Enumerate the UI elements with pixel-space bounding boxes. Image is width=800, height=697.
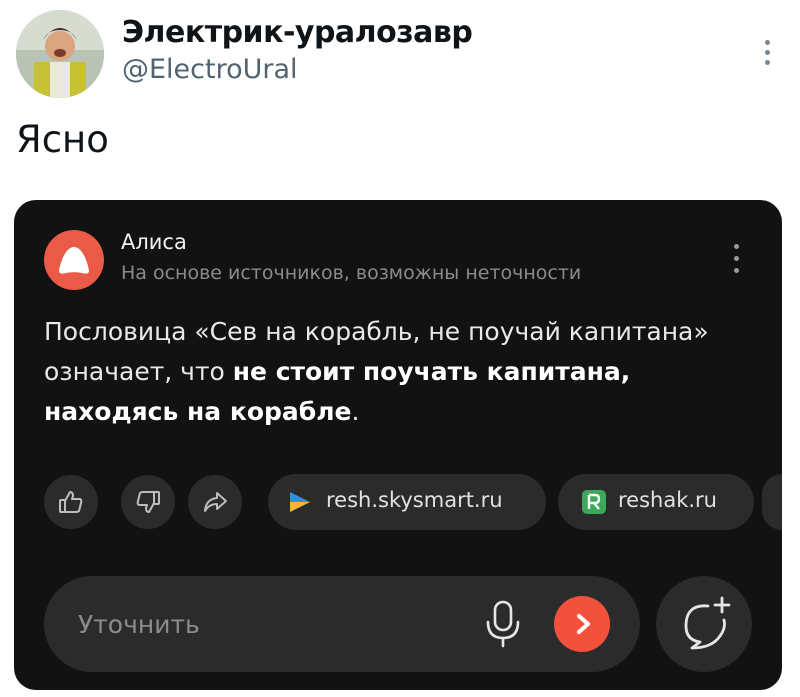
tweet-text: Ясно: [16, 118, 109, 161]
user-block: Электрик-уралозавр @ElectroUral: [122, 16, 473, 88]
share-button[interactable]: [188, 475, 242, 529]
answer-part-2: .: [351, 397, 360, 426]
assistant-name: Алиса: [121, 230, 187, 254]
source-chip-skysmart[interactable]: resh.skysmart.ru: [268, 474, 546, 530]
card-more-icon[interactable]: [732, 242, 742, 276]
tweet-header: Электрик-уралозавр @ElectroUral: [16, 10, 784, 100]
user-handle[interactable]: @ElectroUral: [122, 52, 472, 88]
source-label: resh.skysmart.ru: [326, 488, 503, 512]
mic-button[interactable]: [480, 598, 526, 650]
source-chip-partial[interactable]: [762, 474, 782, 530]
send-button[interactable]: [554, 596, 610, 652]
input-placeholder: Уточнить: [78, 610, 200, 639]
reshak-logo-icon: [582, 490, 606, 514]
user-avatar[interactable]: [16, 10, 104, 98]
microphone-icon: [486, 600, 520, 648]
share-icon: [204, 492, 227, 512]
disclaimer-text: На основе источников, возможны неточност…: [121, 262, 582, 284]
answer-text: Пословица «Сев на корабль, не поучай кап…: [44, 312, 764, 432]
alice-answer-card: Алиса На основе источников, возможны нет…: [14, 200, 782, 690]
chevron-right-icon: [577, 614, 590, 634]
thumbs-down-icon: [136, 491, 160, 513]
like-button[interactable]: [44, 475, 98, 529]
skysmart-logo-icon: [290, 492, 310, 512]
more-vertical-icon[interactable]: [758, 32, 778, 72]
display-name[interactable]: Электрик-уралозавр: [122, 16, 473, 50]
source-label: reshak.ru: [618, 488, 717, 512]
alice-logo-icon: [44, 230, 104, 290]
new-chat-icon: [684, 596, 731, 650]
source-chip-reshak[interactable]: reshak.ru: [558, 474, 754, 530]
dislike-button[interactable]: [121, 475, 175, 529]
new-chat-button[interactable]: [656, 576, 752, 672]
refine-input[interactable]: Уточнить: [44, 576, 640, 672]
thumbs-up-icon: [59, 491, 83, 513]
